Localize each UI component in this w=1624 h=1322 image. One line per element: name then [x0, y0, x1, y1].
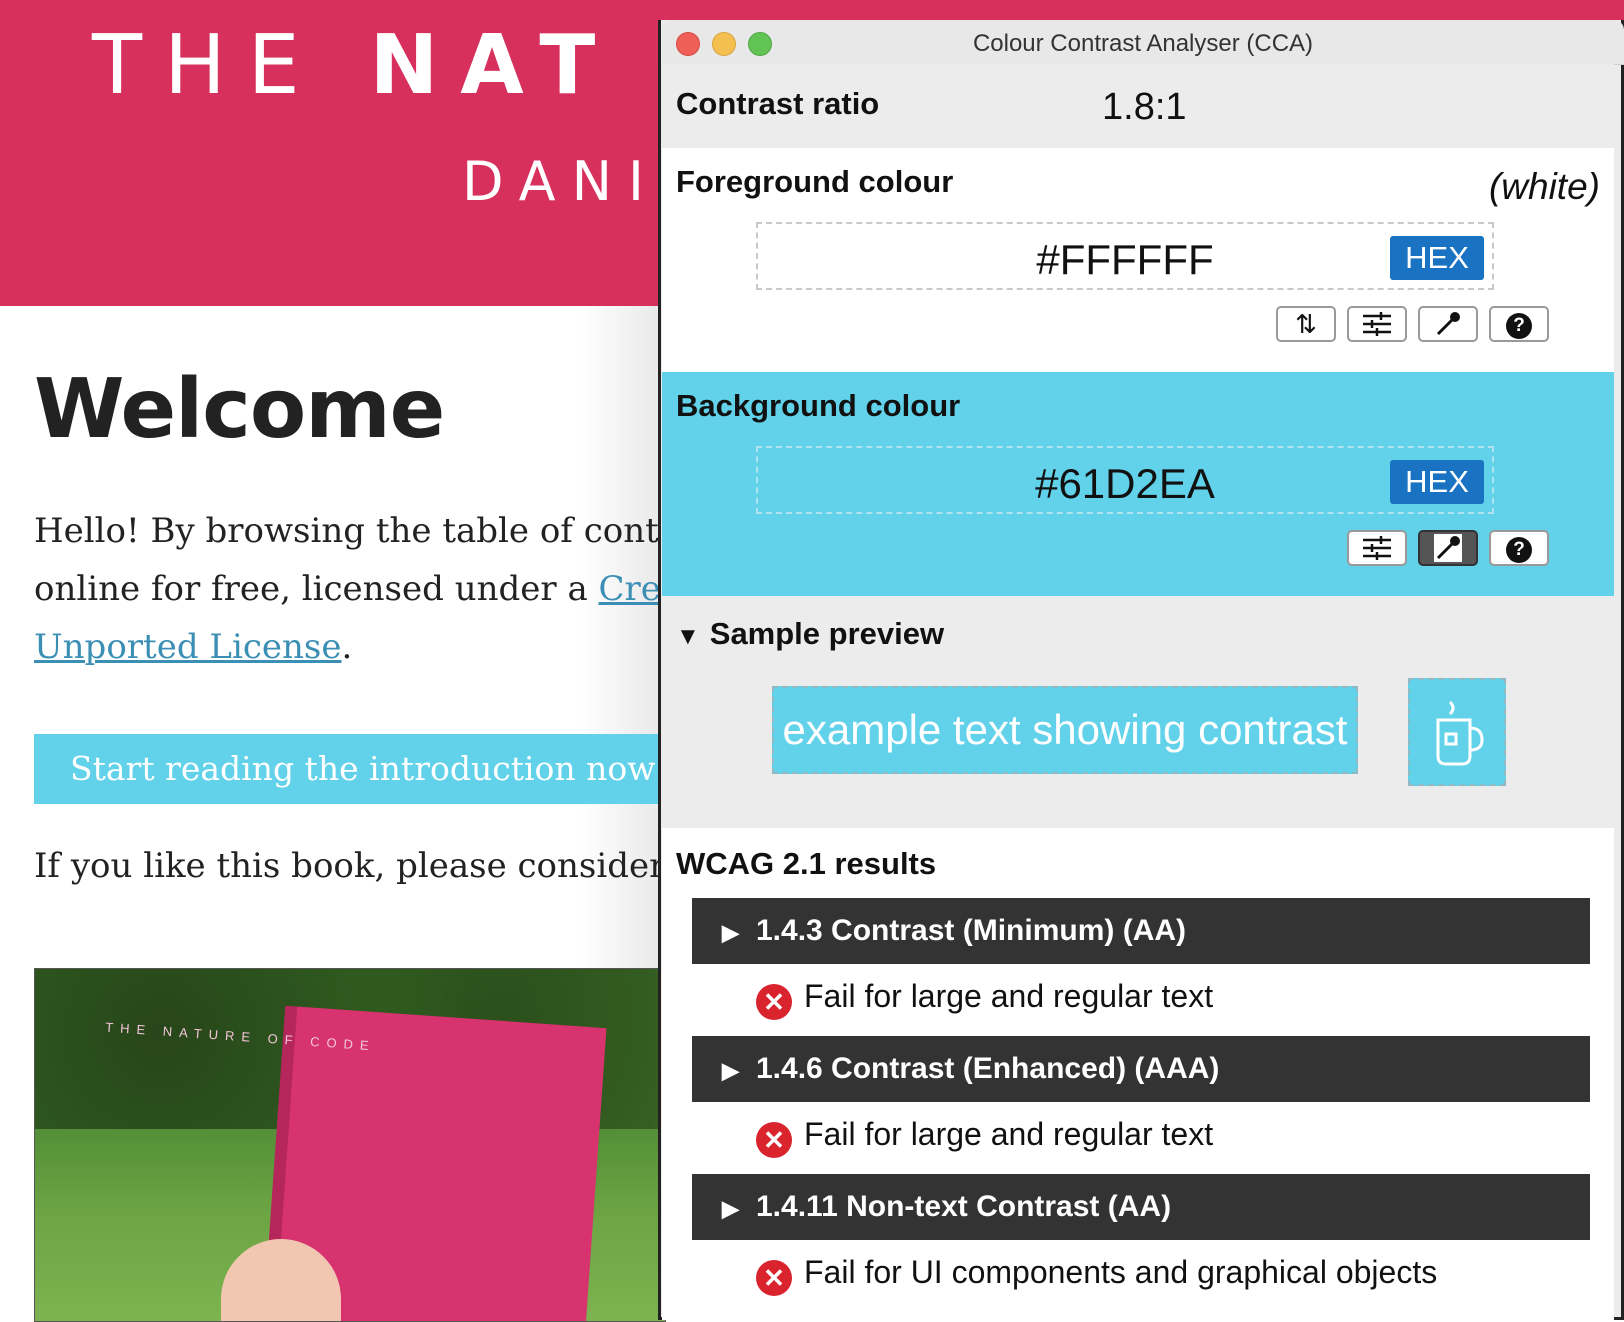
site-title: THE NAT — [92, 18, 617, 113]
support-paragraph: If you like this book, please consider — [34, 846, 666, 886]
result-text: Fail for large and regular text — [804, 978, 1214, 1014]
intro-paragraph: Hello! By browsing the table of conte on… — [34, 502, 679, 676]
foreground-label: Foreground colour — [676, 164, 954, 199]
fail-icon: ✕ — [756, 1122, 792, 1158]
sample-icon-preview — [1408, 678, 1506, 786]
foreground-hex-input[interactable]: #FFFFFF HEX — [756, 222, 1494, 290]
site-title-light: THE — [92, 18, 322, 113]
sliders-icon — [1363, 312, 1391, 336]
sample-text-preview: example text showing contrast — [772, 686, 1358, 774]
help-icon: ? — [1506, 537, 1532, 564]
criterion-1-4-11-result: ✕ Fail for UI components and graphical ob… — [756, 1254, 1437, 1296]
start-reading-button[interactable]: Start reading the introduction now! — [34, 734, 662, 804]
mug-icon — [1436, 700, 1484, 766]
criterion-1-4-3-toggle[interactable]: ▶ 1.4.3 Contrast (Minimum) (AA) — [692, 898, 1590, 964]
contrast-ratio-label: Contrast ratio — [676, 86, 880, 121]
help-icon: ? — [1506, 313, 1532, 340]
fail-icon: ✕ — [756, 1260, 792, 1296]
sample-preview-toggle[interactable]: ▼ Sample preview — [676, 616, 944, 652]
foreground-colour-name: (white) — [1488, 166, 1600, 207]
background-label: Background colour — [676, 388, 961, 423]
site-title-bold: NAT — [369, 18, 618, 113]
background-format-button[interactable]: HEX — [1390, 460, 1484, 504]
criterion-1-4-11-toggle[interactable]: ▶ 1.4.11 Non-text Contrast (AA) — [692, 1174, 1590, 1240]
foreground-help-button[interactable]: ? — [1489, 306, 1549, 342]
criterion-1-4-6-result: ✕ Fail for large and regular text — [756, 1116, 1213, 1158]
license-link-continued[interactable]: Unported License — [34, 627, 341, 667]
wcag-results-section: WCAG 2.1 results ▶ 1.4.3 Contrast (Minimu… — [662, 828, 1614, 1320]
eyedropper-icon — [1436, 312, 1460, 336]
foreground-sliders-button[interactable] — [1347, 306, 1407, 342]
page-heading: Welcome — [34, 362, 445, 457]
disclosure-open-icon: ▼ — [676, 623, 700, 650]
background-section: Background colour #61D2EA HEX ? — [662, 372, 1614, 596]
criterion-title: 1.4.11 Non-text Contrast (AA) — [756, 1190, 1172, 1223]
foreground-format-button[interactable]: HEX — [1390, 236, 1484, 280]
sample-preview-label: Sample preview — [709, 616, 945, 651]
foreground-eyedropper-button[interactable] — [1418, 306, 1478, 342]
background-hex-input[interactable]: #61D2EA HEX — [756, 446, 1494, 514]
background-help-button[interactable]: ? — [1489, 530, 1549, 566]
license-link[interactable]: Cre — [599, 569, 661, 609]
intro-line-2: online for free, licensed under a — [34, 569, 599, 609]
swap-colours-button[interactable]: ⇅ — [1276, 306, 1336, 342]
disclosure-closed-icon: ▶ — [722, 1058, 739, 1083]
fail-icon: ✕ — [756, 984, 792, 1020]
result-text: Fail for UI components and graphical obj… — [804, 1254, 1438, 1290]
criterion-title: 1.4.6 Contrast (Enhanced) (AAA) — [756, 1052, 1220, 1085]
swap-icon: ⇅ — [1295, 309, 1317, 339]
site-author: DANI — [462, 150, 660, 213]
foreground-hex-value[interactable]: #FFFFFF — [758, 236, 1492, 284]
intro-line-1: Hello! By browsing the table of conte — [34, 511, 679, 551]
criterion-1-4-3-result: ✕ Fail for large and regular text — [756, 978, 1213, 1020]
book-photo: THE NATURE OF CODE — [34, 968, 666, 1322]
window-titlebar[interactable]: Colour Contrast Analyser (CCA) — [662, 20, 1624, 65]
wcag-results-label: WCAG 2.1 results — [676, 846, 937, 881]
disclosure-closed-icon: ▶ — [722, 920, 739, 945]
eyedropper-icon — [1434, 534, 1462, 562]
background-hex-value[interactable]: #61D2EA — [758, 460, 1492, 508]
window-title: Colour Contrast Analyser (CCA) — [972, 30, 1314, 57]
contrast-ratio-value: 1.8:1 — [1102, 86, 1187, 128]
contrast-ratio-section: Contrast ratio 1.8:1 — [662, 64, 1614, 148]
result-text: Fail for large and regular text — [804, 1116, 1214, 1152]
criterion-title: 1.4.3 Contrast (Minimum) (AA) — [756, 914, 1187, 947]
background-sliders-button[interactable] — [1347, 530, 1407, 566]
criterion-1-4-6-toggle[interactable]: ▶ 1.4.6 Contrast (Enhanced) (AAA) — [692, 1036, 1590, 1102]
disclosure-closed-icon: ▶ — [722, 1196, 739, 1221]
sample-preview-section: ▼ Sample preview example text showing con… — [662, 596, 1614, 828]
background-eyedropper-button[interactable] — [1418, 530, 1478, 566]
intro-period: . — [341, 627, 353, 667]
sliders-icon — [1363, 536, 1391, 560]
foreground-section: Foreground colour (white) #FFFFFF HEX ⇅ … — [662, 148, 1614, 372]
